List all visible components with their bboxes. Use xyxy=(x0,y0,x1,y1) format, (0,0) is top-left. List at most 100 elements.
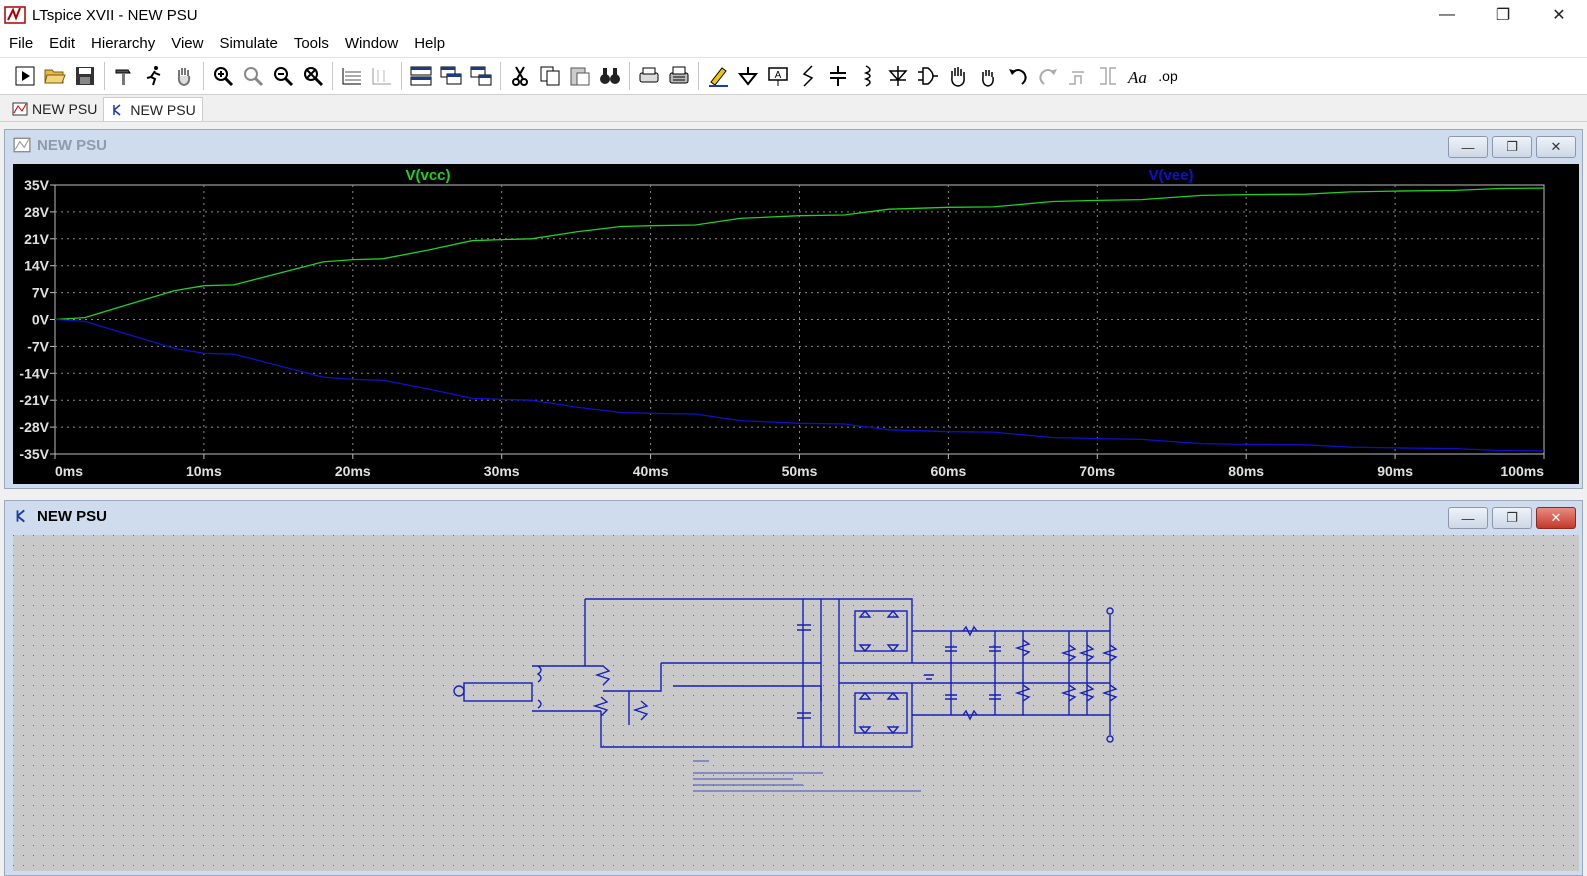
open-button[interactable] xyxy=(40,61,70,91)
waveform-maximize-button[interactable]: ❐ xyxy=(1492,136,1532,158)
run-icon xyxy=(15,66,35,86)
toolbar-separator xyxy=(500,62,501,90)
resistor-icon xyxy=(802,65,814,87)
control-panel-button[interactable] xyxy=(109,61,139,91)
schematic-close-button[interactable]: ✕ xyxy=(1536,507,1576,529)
ground-button[interactable] xyxy=(733,61,763,91)
schematic-window-controls: — ❐ ✕ xyxy=(1448,507,1576,529)
binoculars-icon xyxy=(600,68,620,84)
menu-window[interactable]: Window xyxy=(340,35,403,52)
waveform-minimize-button[interactable]: — xyxy=(1448,136,1488,158)
menu-view[interactable]: View xyxy=(166,35,208,52)
trace-label-vcc[interactable]: V(vcc) xyxy=(405,167,450,184)
schematic-minimize-button[interactable]: — xyxy=(1448,507,1488,529)
y-tick-label: -35V xyxy=(19,446,49,462)
x-tick-label: 10ms xyxy=(186,463,222,479)
trace-label-vee[interactable]: V(vee) xyxy=(1148,167,1193,184)
x-tick-labels: 0ms 10ms 20ms 30ms 40ms 50ms 60ms 70ms 80ms 90ms 1… xyxy=(55,463,1544,479)
print-button[interactable] xyxy=(664,61,694,91)
toolbar: A Aa .op xyxy=(0,57,1587,95)
mark-button[interactable] xyxy=(367,61,397,91)
hammer-icon xyxy=(115,69,131,85)
restore-button[interactable]: ❐ xyxy=(1475,0,1531,30)
zoom-cancel-button[interactable] xyxy=(298,61,328,91)
x-tick-label: 40ms xyxy=(633,463,669,479)
save-button[interactable] xyxy=(70,61,100,91)
schematic-canvas[interactable] xyxy=(13,535,1579,871)
zoom-cancel-icon xyxy=(304,67,324,87)
x-tick-label: 70ms xyxy=(1079,463,1115,479)
schematic-drawing[interactable] xyxy=(13,535,1579,871)
component-button[interactable] xyxy=(913,61,943,91)
diode-button[interactable] xyxy=(883,61,913,91)
schematic-icon xyxy=(113,103,121,116)
cut-button[interactable] xyxy=(505,61,535,91)
waveform-plot-area[interactable]: 35V 28V 21V 14V 7V 0V -7V -14V -21V -28V -35V 0ms 1… xyxy=(13,164,1579,484)
mirror-icon xyxy=(1100,67,1116,85)
minimize-button[interactable]: — xyxy=(1419,0,1475,30)
close-button[interactable]: ✕ xyxy=(1531,0,1587,30)
waveform-close-button[interactable]: ✕ xyxy=(1536,136,1576,158)
menu-hierarchy[interactable]: Hierarchy xyxy=(86,35,160,52)
x-tick-label: 90ms xyxy=(1377,463,1413,479)
copy-icon xyxy=(540,66,560,86)
paste-button[interactable] xyxy=(565,61,595,91)
menu-file[interactable]: File xyxy=(4,35,38,52)
menu-edit[interactable]: Edit xyxy=(44,35,80,52)
print-setup-button[interactable] xyxy=(634,61,664,91)
zoom-out-button[interactable] xyxy=(268,61,298,91)
redo-icon xyxy=(1039,69,1057,85)
folder-open-icon xyxy=(44,69,66,84)
move-button[interactable] xyxy=(943,61,973,91)
document-tab-bar: NEW PSU NEW PSU xyxy=(0,96,1587,122)
x-tick-label: 80ms xyxy=(1228,463,1264,479)
ltspice-app: LTspice XVII - NEW PSU — ❐ ✕ File Edit H… xyxy=(0,0,1587,876)
drag-button[interactable] xyxy=(973,61,1003,91)
capacitor-button[interactable] xyxy=(823,61,853,91)
schematic-window-title: NEW PSU xyxy=(37,507,108,525)
rotate-button[interactable] xyxy=(1063,61,1093,91)
menu-simulate[interactable]: Simulate xyxy=(214,35,282,52)
waveform-window-controls: — ❐ ✕ xyxy=(1448,136,1576,158)
run-button[interactable] xyxy=(10,61,40,91)
redo-button[interactable] xyxy=(1033,61,1063,91)
tile-horizontal-button[interactable] xyxy=(406,61,436,91)
ltspice-logo-icon xyxy=(4,6,26,24)
grid xyxy=(50,184,1545,459)
draw-wire-button[interactable] xyxy=(703,61,733,91)
toolbar-separator xyxy=(401,62,402,90)
tab-label: NEW PSU xyxy=(32,101,98,117)
schematic-window: NEW PSU — ❐ ✕ xyxy=(4,500,1583,876)
inductor-button[interactable] xyxy=(853,61,883,91)
tab-waveform[interactable]: NEW PSU xyxy=(6,97,103,121)
svg-text:A: A xyxy=(775,70,782,81)
resistor-button[interactable] xyxy=(793,61,823,91)
undo-button[interactable] xyxy=(1003,61,1033,91)
y-tick-label: 28V xyxy=(24,204,50,220)
mirror-button[interactable] xyxy=(1093,61,1123,91)
toolbar-separator xyxy=(203,62,204,90)
y-tick-label: -14V xyxy=(19,365,49,381)
zoom-fit-button[interactable] xyxy=(238,61,268,91)
autorange-button[interactable] xyxy=(337,61,367,91)
copy-button[interactable] xyxy=(535,61,565,91)
zoom-in-button[interactable] xyxy=(208,61,238,91)
find-button[interactable] xyxy=(595,61,625,91)
cascade-button[interactable] xyxy=(436,61,466,91)
tab-schematic[interactable]: NEW PSU xyxy=(103,97,203,121)
waveform-plot[interactable]: 35V 28V 21V 14V 7V 0V -7V -14V -21V -28V -35V 0ms 1… xyxy=(13,164,1579,484)
label-net-button[interactable]: A xyxy=(763,61,793,91)
text-button[interactable]: Aa xyxy=(1123,61,1153,91)
autorange-icon xyxy=(342,68,361,85)
menu-help[interactable]: Help xyxy=(409,35,450,52)
menu-tools[interactable]: Tools xyxy=(289,35,334,52)
y-tick-label: -7V xyxy=(27,338,49,354)
tile-vertical-button[interactable] xyxy=(466,61,496,91)
waveform-icon xyxy=(12,102,28,116)
schematic-grid xyxy=(13,535,1579,871)
halt-button[interactable] xyxy=(169,61,199,91)
label-net-icon: A xyxy=(768,67,788,86)
schematic-maximize-button[interactable]: ❐ xyxy=(1492,507,1532,529)
run-sim-button[interactable] xyxy=(139,61,169,91)
spice-directive-button[interactable]: .op xyxy=(1153,61,1183,91)
